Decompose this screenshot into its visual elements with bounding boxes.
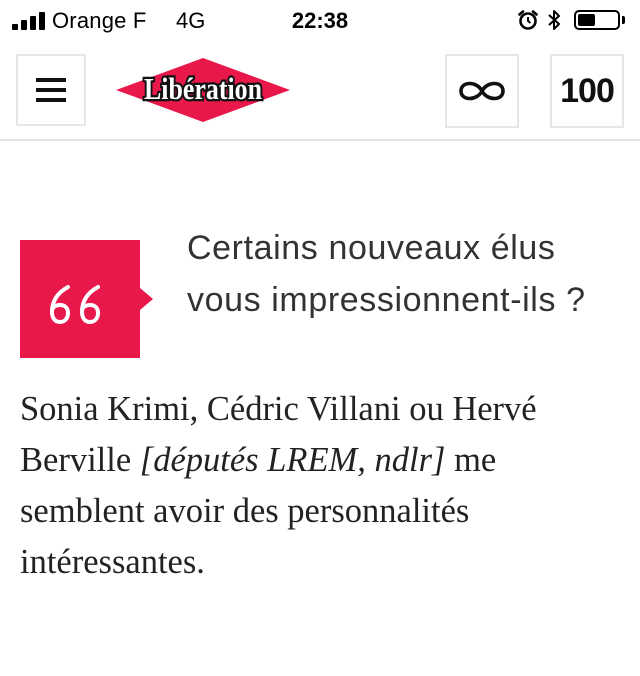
hamburger-icon xyxy=(36,78,66,102)
liberation-logo[interactable]: Libération xyxy=(116,58,290,122)
bluetooth-icon xyxy=(548,10,560,30)
status-bar: Orange F 4G 22:38 xyxy=(0,0,640,40)
menu-button[interactable] xyxy=(16,54,86,126)
editorial-note: [députés LREM, ndlr] xyxy=(139,441,446,479)
interview-question: Certains nouveaux élus vous impressionne… xyxy=(187,229,586,319)
quote-pointer xyxy=(140,288,153,310)
quote-icon xyxy=(49,285,101,325)
alarm-icon xyxy=(518,10,538,30)
infinite-feed-button[interactable] xyxy=(445,54,519,128)
top-100-button[interactable]: 100 xyxy=(550,54,624,128)
quote-badge xyxy=(20,240,140,358)
count-label: 100 xyxy=(560,71,615,110)
battery-icon xyxy=(574,10,620,30)
logo-text: Libération xyxy=(144,71,262,106)
interview-answer: Sonia Krimi, Cédric Villani ou Hervé Ber… xyxy=(20,384,625,588)
infinity-icon xyxy=(459,81,505,101)
battery-level xyxy=(578,14,596,26)
site-header: Libération 100 xyxy=(0,40,640,141)
battery-tip xyxy=(622,16,625,24)
status-time: 22:38 xyxy=(291,8,349,33)
